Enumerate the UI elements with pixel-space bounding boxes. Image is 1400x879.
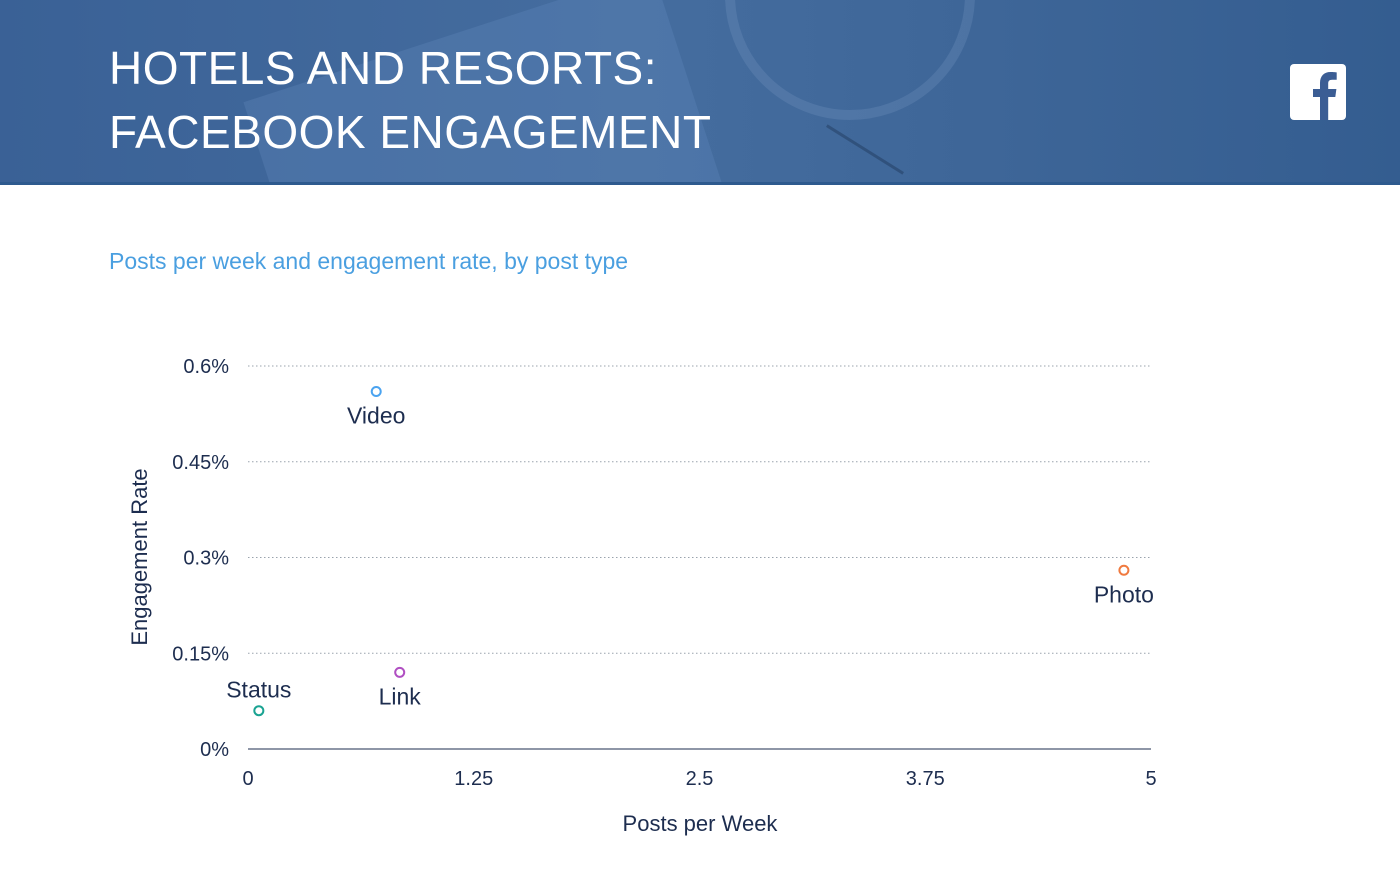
y-tick-label: 0.6% [183,356,229,378]
y-tick-label: 0.45% [172,452,229,474]
y-tick-label: 0.3% [183,548,229,570]
scatter-chart: 0% 0.15% 0.3% 0.45% 0.6% 0 1.25 2.5 3.75 5 Video… [127,356,1157,836]
data-point-photo [1118,564,1130,576]
data-point-status [253,705,265,717]
x-axis-title: Posts per Week [623,811,779,836]
data-label-photo: Photo [1094,581,1154,607]
data-label-status: Status [226,677,291,703]
x-tick-label: 2.5 [686,768,714,790]
data-label-video: Video [347,403,405,429]
y-tick-label: 0% [200,739,229,761]
x-axis-ticks: 0 1.25 2.5 3.75 5 [242,768,1156,790]
y-axis-ticks: 0% 0.15% 0.3% 0.45% 0.6% [172,356,229,761]
x-tick-label: 5 [1145,768,1156,790]
y-axis-title: Engagement Rate [127,468,152,645]
x-tick-label: 3.75 [906,768,945,790]
data-points: Video Photo Link Status [226,386,1154,717]
data-point-link [394,666,406,678]
x-tick-label: 0 [242,768,253,790]
x-tick-label: 1.25 [454,768,493,790]
data-point-video [370,386,382,398]
data-label-link: Link [379,683,422,709]
y-tick-label: 0.15% [172,643,229,665]
